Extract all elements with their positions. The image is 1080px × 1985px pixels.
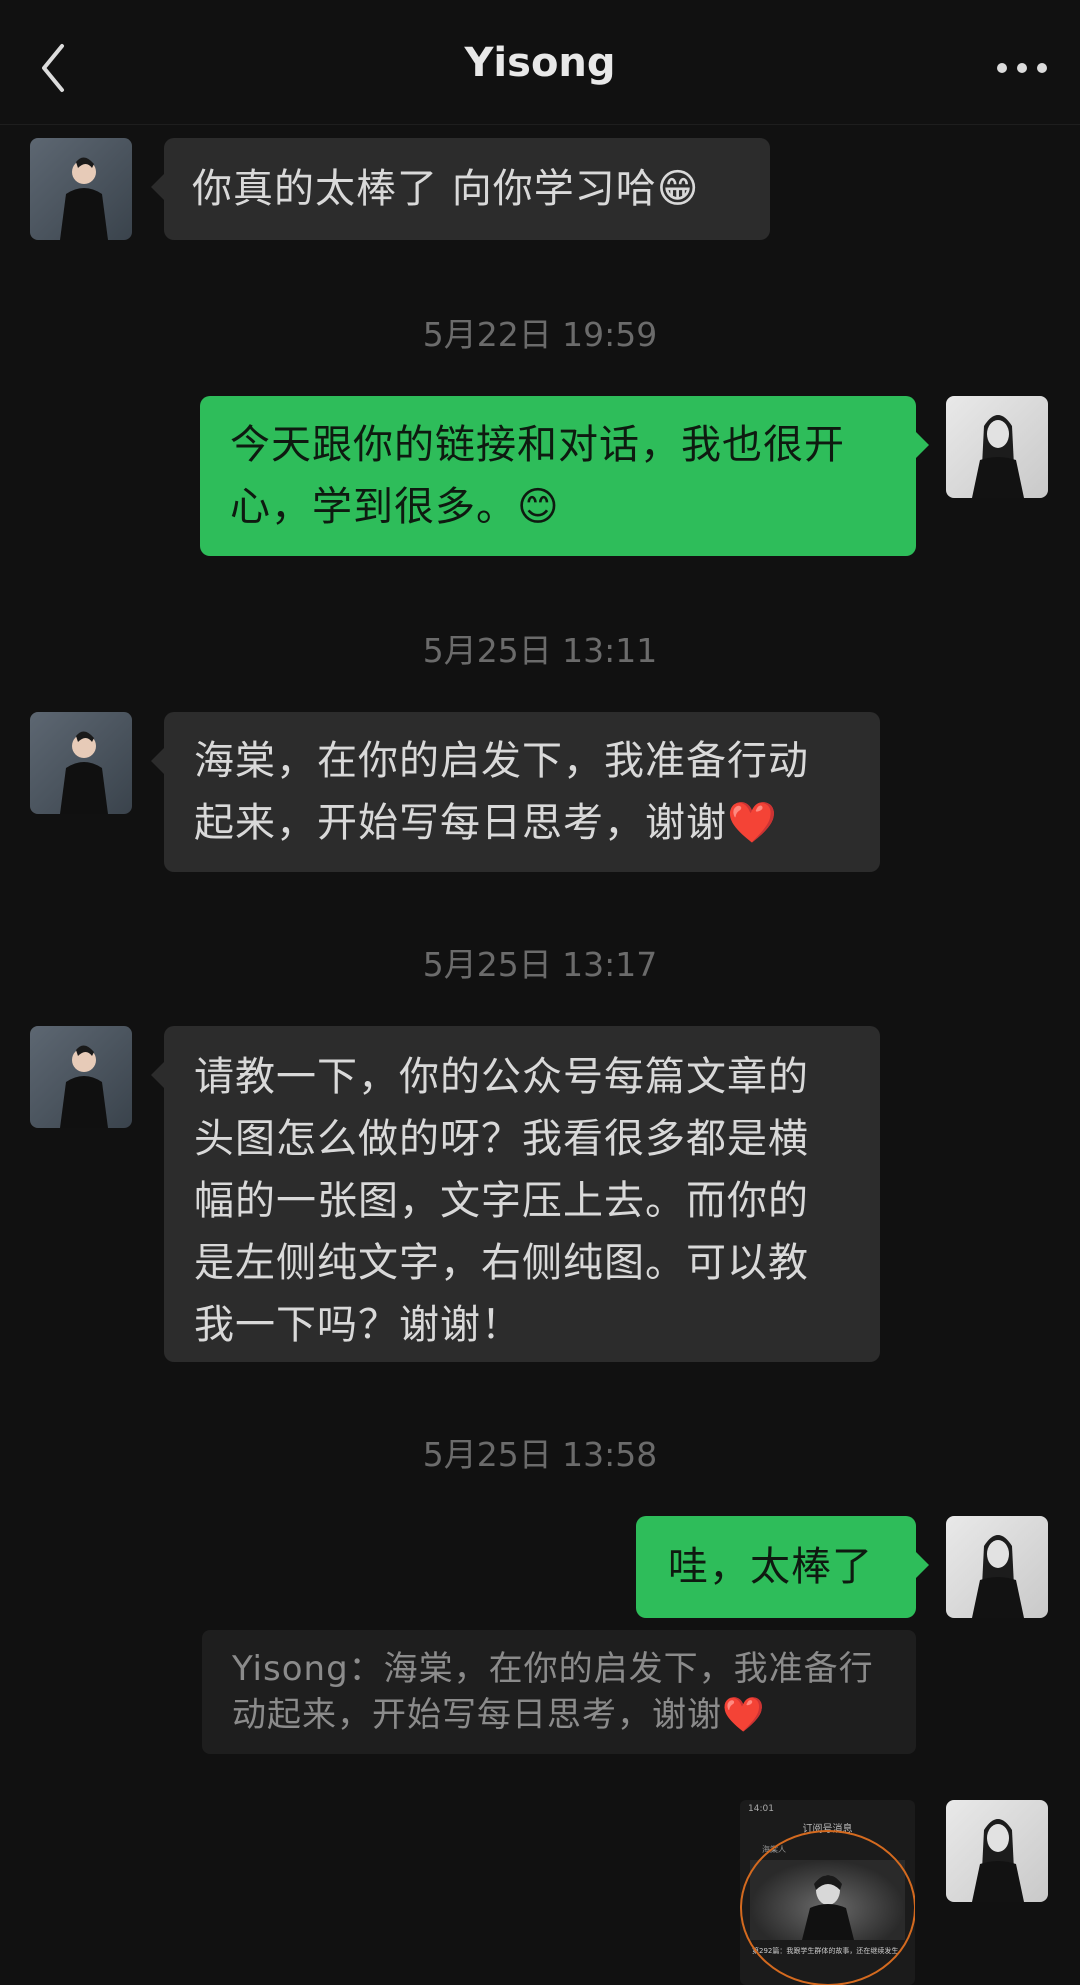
timestamp: 5月22日 19:59 xyxy=(422,315,658,354)
timestamp: 5月25日 13:11 xyxy=(422,631,658,670)
message-text-line: 今天跟你的链接和对话，我也很开 xyxy=(230,422,845,468)
message-text-line: 头图怎么做的呀？我看很多都是横 xyxy=(194,1116,809,1162)
message-bubble-outgoing[interactable]: 今天跟你的链接和对话，我也很开 心，学到很多。😊 xyxy=(200,396,929,556)
more-dots-icon[interactable] xyxy=(992,44,1052,92)
self-avatar[interactable] xyxy=(946,1800,1048,1902)
message-bubble-incoming[interactable]: 请教一下，你的公众号每篇文章的 头图怎么做的呀？我看很多都是横 幅的一张图，文字… xyxy=(151,1026,880,1362)
screenshot-status-time: 14:01 xyxy=(748,1804,774,1814)
contact-avatar[interactable] xyxy=(30,712,132,814)
self-avatar[interactable] xyxy=(946,396,1048,498)
message-text: 哇，太棒了 xyxy=(668,1544,873,1590)
quote-text-line: Yisong：海棠，在你的启发下，我准备行 xyxy=(232,1649,874,1689)
self-avatar[interactable] xyxy=(946,1516,1048,1618)
screenshot-image-message[interactable]: 14:01 订阅号消息 海棠人 第292篇：我跟学生群体的故事，还在继续发生 xyxy=(740,1800,915,1985)
message-text-line: 幅的一张图，文字压上去。而你的 xyxy=(194,1178,809,1224)
message-text-line: 我一下吗？谢谢！ xyxy=(194,1302,522,1348)
message-text-line: 心，学到很多。😊 xyxy=(230,484,560,530)
highlight-circle-annotation xyxy=(740,1830,915,1985)
timestamp: 5月25日 13:58 xyxy=(422,1435,658,1474)
message-text-line: 起来，开始写每日思考，谢谢❤️ xyxy=(194,800,778,846)
chat-header: Yisong xyxy=(0,0,1080,125)
message-bubble-incoming[interactable]: 海棠，在你的启发下，我准备行动 起来，开始写每日思考，谢谢❤️ xyxy=(151,712,880,872)
message-text-line: 海棠，在你的启发下，我准备行动 xyxy=(194,738,809,784)
quoted-message[interactable]: Yisong：海棠，在你的启发下，我准备行 动起来，开始写每日思考，谢谢❤️ xyxy=(202,1630,916,1754)
timestamp: 5月25日 13:17 xyxy=(422,945,658,984)
message-bubble-outgoing[interactable]: 哇，太棒了 xyxy=(636,1516,929,1618)
message-text: 你真的太棒了 向你学习哈😁 xyxy=(192,166,700,212)
message-text-line: 请教一下，你的公众号每篇文章的 xyxy=(194,1054,809,1100)
message-text-line: 是左侧纯文字，右侧纯图。可以教 xyxy=(194,1240,809,1286)
quote-text-line: 动起来，开始写每日思考，谢谢❤️ xyxy=(232,1695,766,1735)
contact-avatar[interactable] xyxy=(30,138,132,240)
message-bubble-incoming[interactable]: 你真的太棒了 向你学习哈😁 xyxy=(151,138,770,240)
chat-title: Yisong xyxy=(464,40,616,86)
contact-avatar[interactable] xyxy=(30,1026,132,1128)
